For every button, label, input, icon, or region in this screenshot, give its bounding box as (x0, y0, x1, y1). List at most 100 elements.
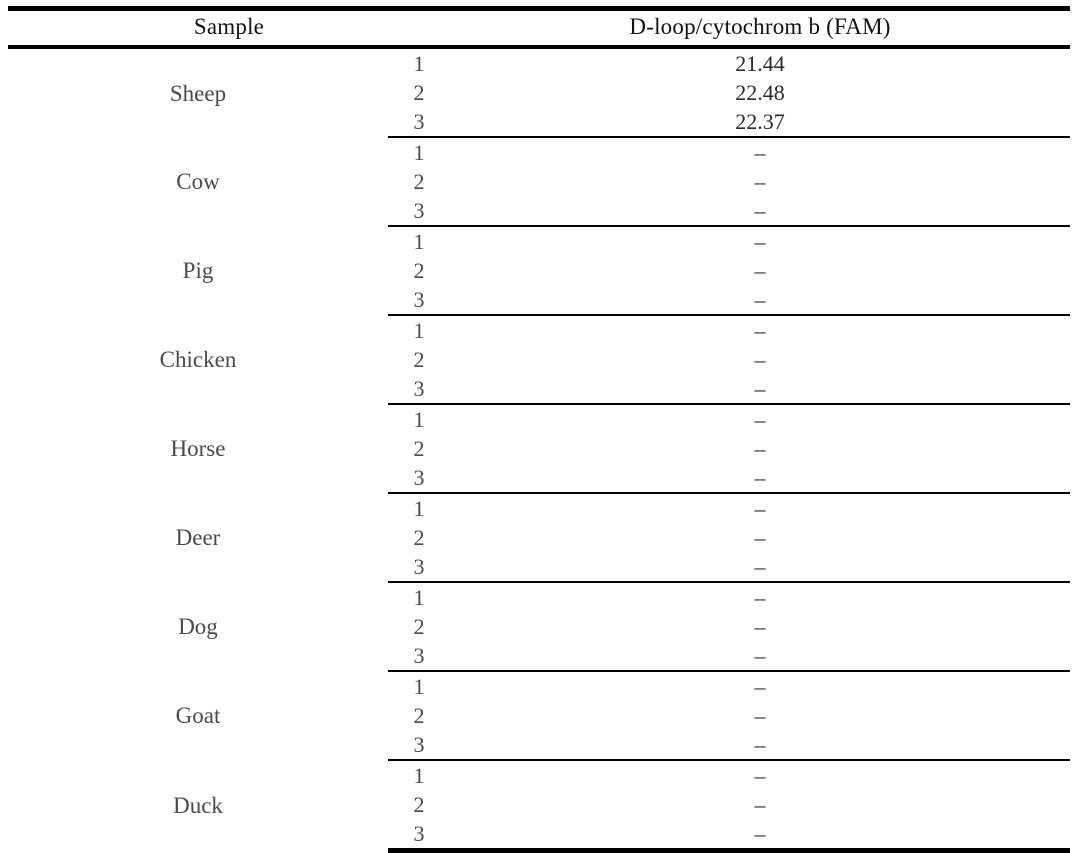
replicate-number-cell: 3 (388, 463, 451, 494)
ct-value-cell: – (450, 434, 1070, 463)
replicate-number-cell: 3 (388, 285, 451, 316)
ct-value-cell: – (450, 730, 1071, 761)
table-row: Dog 1 – (8, 582, 1070, 639)
ct-value-cell: 22.48 (450, 78, 1070, 107)
replicate-number-cell: 1 (413, 407, 425, 432)
ct-value-cell: – (450, 701, 1070, 730)
table-header-row: Sample D-loop/cytochrom b (FAM) (8, 6, 1071, 49)
table-row: Chicken 1 – (8, 315, 1070, 372)
table-row: Pig 1 – (8, 226, 1070, 283)
ct-value-text: – (754, 347, 766, 372)
ct-value-cell: – (450, 552, 1071, 583)
replicate-number-cell: 3 (388, 641, 451, 672)
ct-value-cell: – (450, 137, 1070, 167)
replicate-number-cell: 2 (413, 614, 425, 639)
column-header-sample: Sample (8, 6, 451, 49)
table-row: Cow 1 – (8, 137, 1070, 194)
replicate-number-cell: 2 (413, 792, 425, 817)
sample-name-cell: Deer (175, 525, 221, 550)
column-header-value: D-loop/cytochrom b (FAM) (450, 6, 1071, 49)
ct-value-text: – (754, 140, 766, 165)
sample-name-cell: Duck (173, 792, 223, 818)
ct-value-cell: – (450, 760, 1070, 790)
replicate-number-cell: 3 (388, 107, 451, 138)
replicate-number-cell: 1 (413, 140, 425, 165)
ct-value-cell: – (450, 226, 1070, 256)
ct-value-text: – (754, 792, 766, 817)
replicate-number-cell: 1 (413, 763, 425, 788)
replicate-number-cell: 2 (413, 703, 425, 728)
table-row: Duck 1 – (8, 760, 1070, 818)
pcr-results-table: Sample D-loop/cytochrom b (FAM) Sheep 1 21… (8, 6, 1071, 853)
sample-name-cell: Horse (170, 436, 226, 461)
table-row: Sheep 1 21.44 (8, 47, 1070, 106)
ct-value-text: – (754, 763, 766, 788)
table-header: Sample D-loop/cytochrom b (FAM) (8, 6, 1071, 49)
ct-value-text: – (754, 229, 766, 254)
replicate-number-cell: 1 (413, 674, 425, 699)
ct-value-text: – (754, 614, 766, 639)
replicate-number-cell: 1 (413, 585, 425, 610)
replicate-number-cell: 3 (388, 552, 451, 583)
sample-name-cell: Dog (178, 614, 218, 639)
ct-value-cell: 21.44 (450, 47, 1070, 78)
table-row: Horse 1 – (8, 404, 1070, 461)
ct-value-text: 22.48 (735, 80, 785, 105)
table-row: Deer 1 – (8, 493, 1070, 550)
sample-name-cell: Sheep (169, 80, 227, 106)
ct-value-cell: – (450, 671, 1070, 701)
sample-name-cell: Pig (182, 258, 214, 283)
replicate-number-cell: 3 (388, 374, 451, 405)
ct-value-cell: 22.37 (450, 107, 1071, 138)
ct-value-text: – (754, 496, 766, 521)
ct-value-text: – (754, 732, 766, 757)
ct-value-cell: – (450, 612, 1070, 641)
replicate-number-cell: 2 (413, 258, 425, 283)
replicate-number-cell: 3 (388, 196, 451, 227)
replicate-number-cell: 2 (413, 80, 425, 105)
ct-value-text: – (754, 258, 766, 283)
ct-value-text: – (754, 436, 766, 461)
ct-value-cell: – (450, 582, 1070, 612)
results-table-container: Sample D-loop/cytochrom b (FAM) Sheep 1 21… (8, 6, 1071, 853)
ct-value-text: – (754, 525, 766, 550)
replicate-number-cell: 1 (413, 496, 425, 521)
ct-value-text: – (754, 703, 766, 728)
ct-value-text: – (754, 674, 766, 699)
ct-value-cell: – (450, 285, 1071, 316)
replicate-number-cell: 1 (413, 51, 425, 76)
ct-value-cell: – (450, 345, 1070, 374)
replicate-number-cell: 1 (413, 318, 425, 343)
ct-value-cell: – (450, 819, 1071, 853)
table-row: Goat 1 – (8, 671, 1070, 728)
replicate-number-cell: 1 (413, 229, 425, 254)
ct-value-cell: – (450, 790, 1070, 819)
ct-value-text: – (754, 643, 766, 668)
sample-name-cell: Cow (176, 169, 220, 194)
replicate-number-cell: 2 (413, 525, 425, 550)
ct-value-text: – (754, 198, 766, 223)
ct-value-text: – (754, 169, 766, 194)
ct-value-cell: – (450, 523, 1070, 552)
ct-value-cell: – (450, 374, 1071, 405)
ct-value-text: – (754, 407, 766, 432)
ct-value-cell: – (450, 493, 1070, 523)
ct-value-cell: – (450, 404, 1070, 434)
ct-value-text: – (754, 376, 766, 401)
replicate-number-cell: 2 (413, 347, 425, 372)
ct-value-cell: – (450, 167, 1070, 196)
ct-value-text: – (754, 287, 766, 312)
ct-value-cell: – (450, 463, 1071, 494)
ct-value-cell: – (450, 315, 1070, 345)
replicate-number-cell: 2 (413, 169, 425, 194)
ct-value-cell: – (450, 641, 1071, 672)
ct-value-text: 22.37 (735, 109, 785, 134)
ct-value-cell: – (450, 256, 1070, 285)
replicate-number-cell: 3 (388, 819, 451, 853)
table-body: Sheep 1 21.44 2 22.48 3 22.37 Cow 1 – 2 – 3 – Pig 1 – 2 – 3… (8, 47, 1071, 853)
replicate-number-cell: 2 (413, 436, 425, 461)
ct-value-text: – (754, 585, 766, 610)
sample-name-cell: Goat (175, 703, 221, 728)
ct-value-cell: – (450, 196, 1071, 227)
ct-value-text: 21.44 (735, 51, 785, 76)
